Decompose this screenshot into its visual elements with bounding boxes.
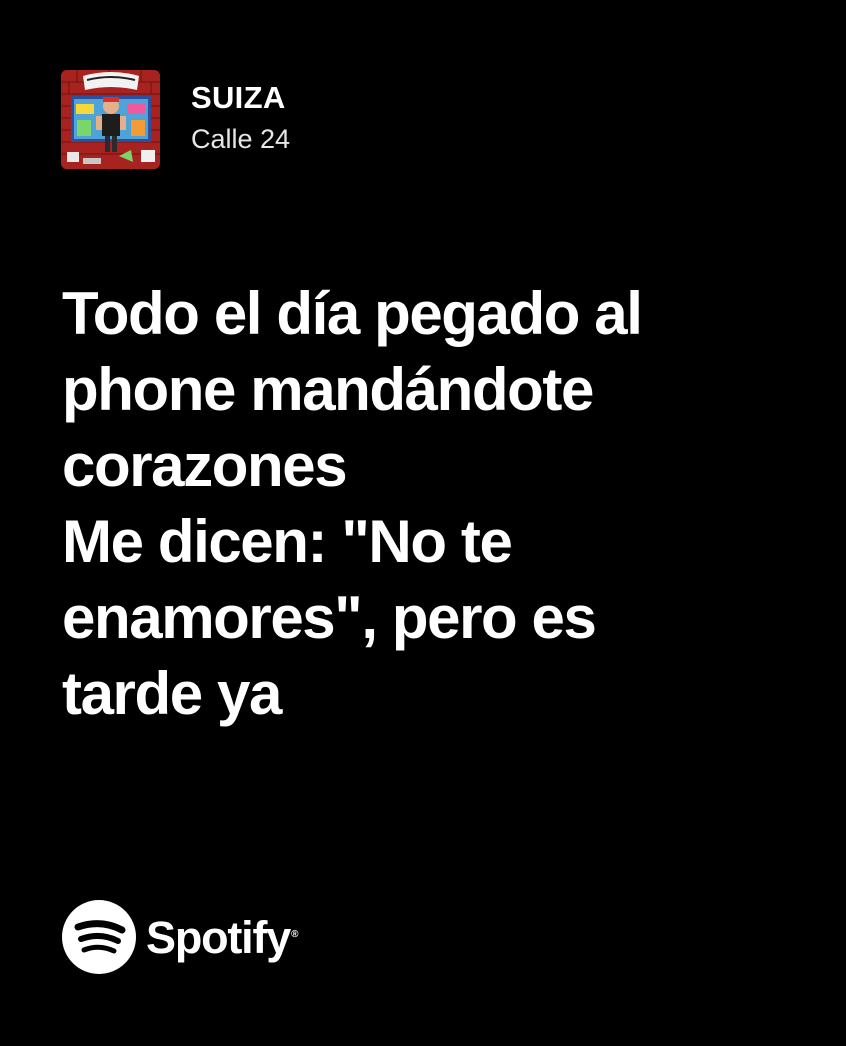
lyric-line: phone mandándote (62, 356, 594, 423)
spotify-brand: Spotify® (62, 898, 298, 975)
brand-name: Spotify (146, 912, 291, 963)
track-header: SUIZA Calle 24 (61, 70, 290, 169)
artist-name: Calle 24 (191, 123, 291, 154)
song-title: SUIZA (191, 79, 286, 115)
album-cover-art (61, 70, 160, 169)
album-cover-image (61, 70, 160, 169)
spotify-wordmark: Spotify® (146, 898, 298, 975)
lyric-line: corazones (62, 432, 348, 499)
lyrics-block: Todo el día pegado al phone mandándote c… (62, 276, 802, 732)
trademark: ® (291, 929, 299, 940)
lyric-line: enamores", pero es (62, 584, 597, 651)
lyric-line: tarde ya (62, 660, 282, 727)
spotify-logo-icon (62, 899, 136, 974)
lyric-line: Todo el día pegado al (62, 280, 643, 347)
track-meta: SUIZA Calle 24 (191, 78, 290, 156)
lyric-line: Me dicen: "No te (62, 508, 513, 575)
